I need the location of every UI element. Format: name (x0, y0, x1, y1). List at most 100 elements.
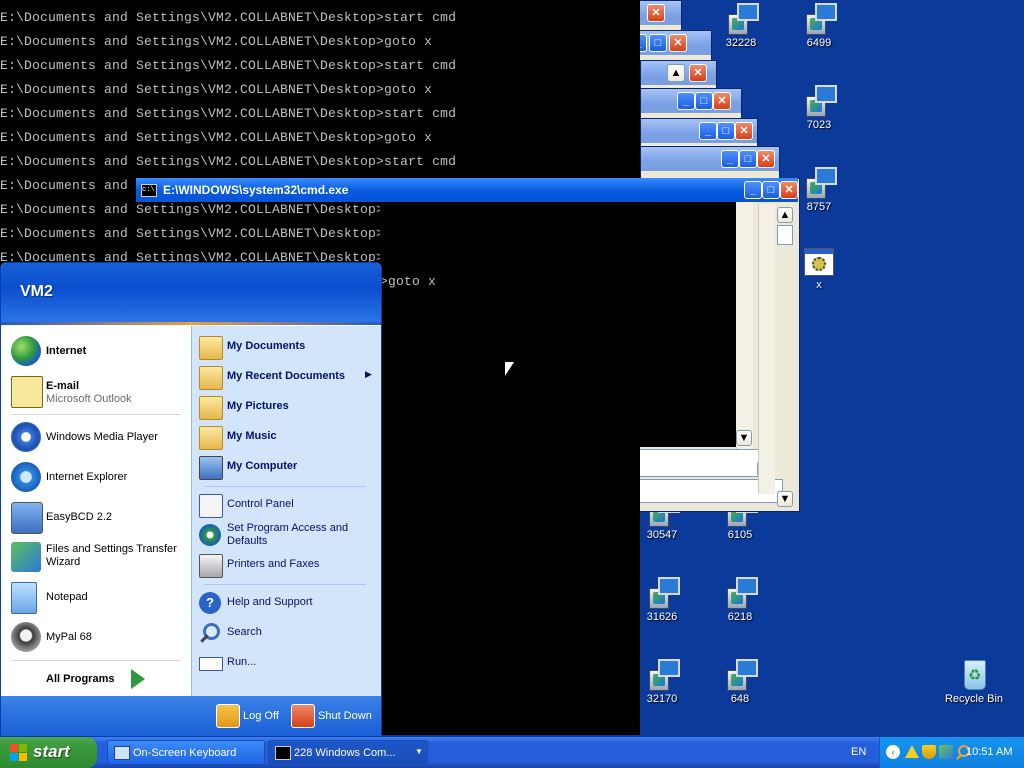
globe-icon (11, 336, 41, 366)
setup-icon (803, 166, 837, 199)
maximize-button[interactable]: □ (649, 34, 667, 52)
menu-item-run[interactable]: Run... (199, 650, 377, 676)
setup-icon (724, 576, 758, 609)
menu-item-printers-faxes[interactable]: Printers and Faxes (199, 552, 377, 578)
menu-item-my-computer[interactable]: My Computer (199, 454, 377, 480)
start-button[interactable]: start (0, 737, 97, 768)
menu-item-label: My Computer (227, 460, 298, 472)
desktop-icon-label: 7023 (806, 119, 832, 131)
desktop-icon-recycle-bin[interactable]: Recycle Bin (934, 658, 1014, 705)
close-button[interactable]: ✕ (689, 64, 707, 82)
menu-item-set-program-access[interactable]: Set Program Access and Defaults (199, 522, 377, 548)
menu-item-my-pictures[interactable]: My Pictures (199, 394, 377, 420)
desktop-icon-7023[interactable]: 7023 (779, 84, 859, 131)
menu-item-internet[interactable]: Internet (9, 334, 187, 370)
menu-item-easybcd[interactable]: EasyBCD 2.2 (9, 500, 187, 536)
close-button[interactable]: ✕ (647, 4, 665, 22)
console-line: E:\Documents and Settings\VM2.COLLABNET\… (0, 130, 433, 145)
menu-item-my-documents[interactable]: My Documents (199, 334, 377, 360)
scroll-thumb[interactable] (777, 225, 793, 245)
menu-item-control-panel[interactable]: Control Panel (199, 492, 377, 518)
window-title: E:\WINDOWS\system32\cmd.exe (163, 183, 349, 197)
close-button[interactable]: ✕ (735, 122, 753, 140)
menu-item-search[interactable]: Search (199, 620, 377, 646)
scrollbar[interactable] (758, 204, 775, 494)
scroll-up-button[interactable]: ▲ (777, 207, 793, 223)
menu-item-my-recent-documents[interactable]: My Recent Documents ▶ (199, 364, 377, 390)
scroll-down-button[interactable]: ▼ (736, 430, 752, 446)
clock[interactable]: 10:51 AM (966, 746, 1012, 758)
minimize-button[interactable]: _ (744, 181, 762, 199)
security-shield-icon[interactable] (922, 745, 936, 759)
close-button[interactable]: ✕ (713, 92, 731, 110)
chevron-left-icon[interactable]: ‹ (886, 745, 900, 759)
start-menu-left-pane: Internet E-mail Microsoft Outlook Window… (1, 326, 191, 696)
desktop-icon-label: 32170 (646, 693, 678, 705)
console-line: E:\Documents and Settings\VM2.COLLABNET\… (0, 106, 457, 121)
network-icon[interactable] (939, 745, 953, 759)
desktop-icon-6499[interactable]: 6499 (779, 2, 859, 49)
music-folder-icon (199, 426, 223, 450)
console-line: E:\Documents and Settings\VM2.COLLABNET\… (0, 226, 433, 241)
start-label: start (33, 742, 70, 761)
desktop-icon-label: 648 (730, 693, 750, 705)
task-group-windows-command[interactable]: 228 Windows Com... ▼ (268, 740, 428, 765)
all-programs-button[interactable]: All Programs (9, 664, 187, 694)
desktop-icon-label: 6105 (727, 529, 753, 541)
minimize-button[interactable]: _ (699, 122, 717, 140)
scroll-down-button[interactable]: ▼ (777, 491, 793, 507)
language-indicator[interactable]: EN (851, 746, 866, 758)
setup-icon (724, 658, 758, 691)
minimize-button[interactable]: _ (677, 92, 695, 110)
desktop-icon-6218[interactable]: 6218 (700, 576, 780, 623)
console-line: >goto x (380, 274, 437, 289)
desktop-icon-label: 30547 (646, 529, 678, 541)
run-icon (199, 657, 223, 671)
close-button[interactable]: ✕ (757, 150, 775, 168)
console-line: E:\Documents and Settings\VM2.COLLABNET\… (0, 34, 433, 49)
divider (11, 660, 181, 661)
menu-item-label: Files and Settings Transfer Wizard (46, 543, 177, 568)
menu-item-email[interactable]: E-mail Microsoft Outlook (9, 374, 187, 410)
desktop-icon-32228[interactable]: 32228 (701, 2, 781, 49)
maximize-button[interactable]: □ (717, 122, 735, 140)
maximize-button[interactable]: □ (739, 150, 757, 168)
menu-item-label: My Documents (227, 340, 306, 352)
maximize-button[interactable]: □ (762, 181, 780, 199)
task-label: On-Screen Keyboard (133, 747, 237, 759)
raccoon-icon (11, 622, 41, 652)
console-line: E:\Documents and Settings\VM2.COLLABNET\… (0, 10, 457, 25)
setup-icon (803, 2, 837, 35)
task-on-screen-keyboard[interactable]: On-Screen Keyboard (107, 740, 265, 765)
computer-icon (11, 502, 43, 534)
keyboard-icon (114, 746, 130, 760)
arrow-right-icon (131, 669, 145, 689)
menu-item-internet-explorer[interactable]: Internet Explorer (9, 460, 187, 496)
cmd-window-titlebar[interactable]: c:\ E:\WINDOWS\system32\cmd.exe _ □ ✕ (136, 178, 798, 202)
warning-icon[interactable] (905, 745, 919, 759)
menu-item-windows-media-player[interactable]: Windows Media Player (9, 420, 187, 456)
menu-item-my-music[interactable]: My Music (199, 424, 377, 450)
menu-item-sublabel: Microsoft Outlook (46, 393, 132, 405)
cmd-window-stack[interactable]: _ □ ✕ (640, 88, 742, 120)
my-computer-icon (199, 456, 223, 480)
menu-item-help-support[interactable]: ? Help and Support (199, 590, 377, 616)
minimize-button[interactable]: _ (721, 150, 739, 168)
menu-item-files-settings-transfer[interactable]: Files and Settings Transfer Wizard (9, 540, 187, 576)
menu-item-notepad[interactable]: Notepad (9, 580, 187, 616)
recycle-bin-icon (958, 658, 990, 690)
menu-item-label: Internet (46, 345, 87, 357)
transfer-wizard-icon (11, 542, 41, 572)
start-menu-right-pane: My Documents My Recent Documents ▶ My Pi… (191, 326, 381, 696)
scroll-up-button[interactable]: ▲ (667, 64, 685, 82)
scrollbar[interactable]: ▼ (736, 202, 752, 447)
cmd-window-body[interactable]: >goto x ▼ (380, 202, 752, 447)
desktop-icon-648[interactable]: 648 (700, 658, 780, 705)
close-button[interactable]: ✕ (669, 34, 687, 52)
close-button[interactable]: ✕ (780, 181, 798, 199)
menu-item-label: All Programs (46, 673, 115, 685)
menu-item-mypal[interactable]: MyPal 68 (9, 620, 187, 656)
menu-item-label: Windows Media Player (46, 431, 158, 443)
maximize-button[interactable]: □ (695, 92, 713, 110)
menu-item-label: Help and Support (227, 596, 313, 608)
